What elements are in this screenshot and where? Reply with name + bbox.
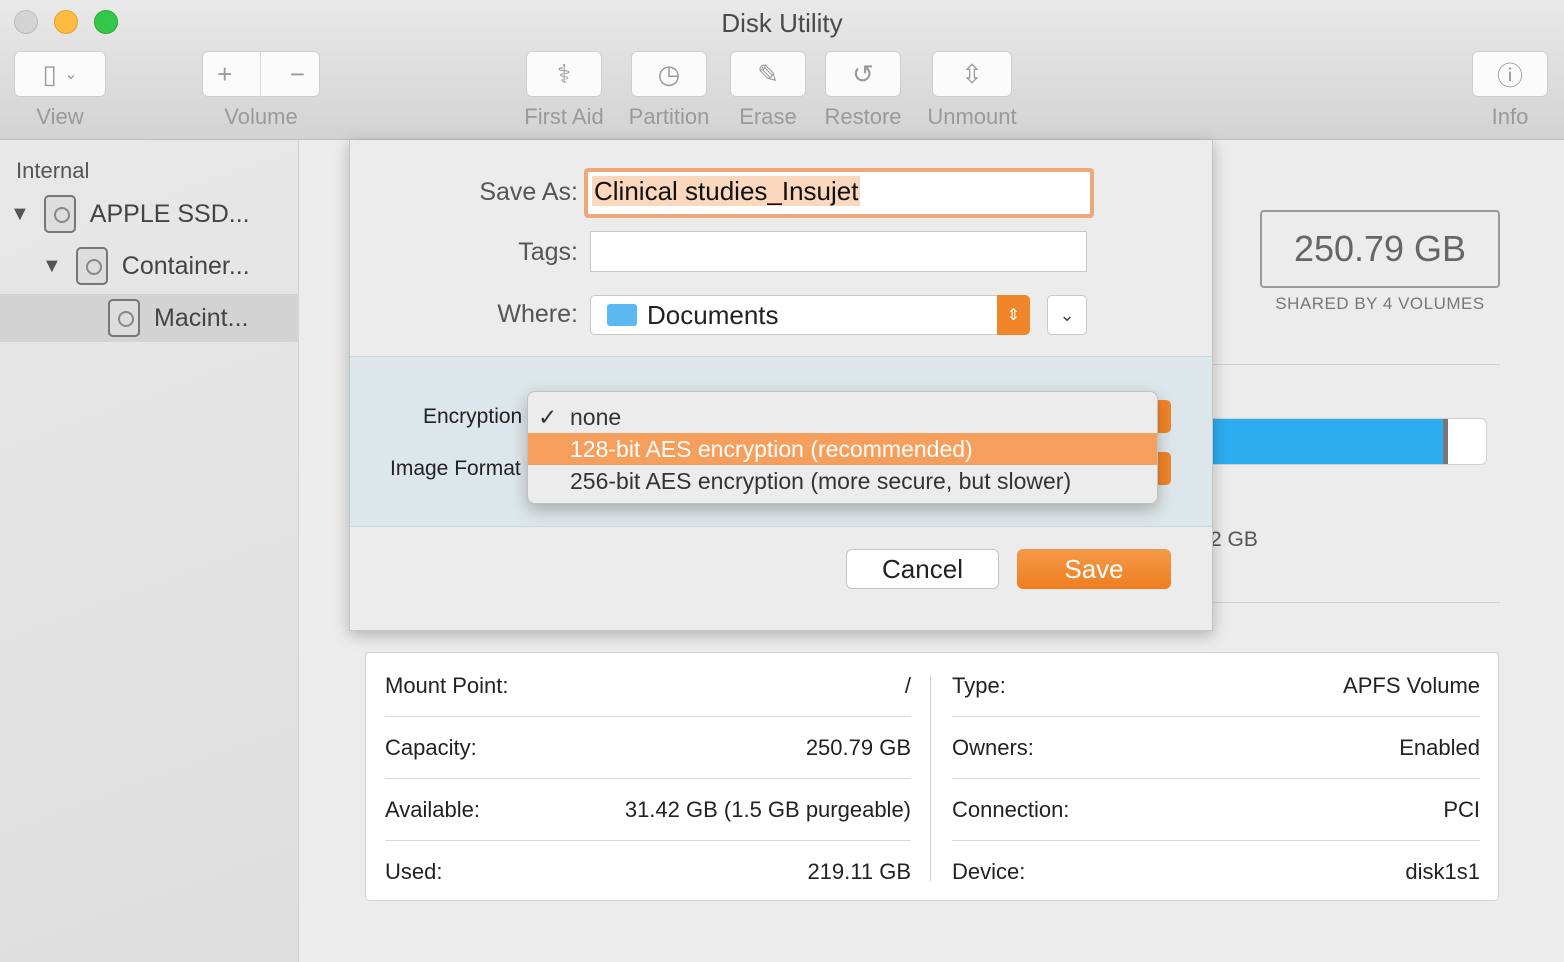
save-sheet: Save As: Clinical studies_Insujet Tags: … bbox=[349, 140, 1213, 631]
view-button[interactable]: ▯ ⌄ bbox=[14, 51, 106, 97]
detail-row: Capacity: 250.79 GB bbox=[385, 717, 911, 779]
usage-bar-fill bbox=[1181, 419, 1448, 464]
sidebar-item-macintosh[interactable]: Macint... bbox=[108, 299, 248, 337]
stepper-arrows-icon: ⇕ bbox=[997, 295, 1030, 335]
cancel-button[interactable]: Cancel bbox=[846, 549, 999, 589]
disclosure-triangle-icon[interactable]: ▼ bbox=[10, 203, 30, 226]
info-icon: ⓘ bbox=[1496, 60, 1523, 91]
titlebar: Disk Utility ▯ ⌄ View + − Volume ⚕ First … bbox=[0, 0, 1564, 140]
expand-button[interactable]: ⌄ bbox=[1047, 295, 1087, 335]
partition-label: Partition bbox=[628, 104, 710, 129]
tags-label: Tags: bbox=[518, 238, 578, 266]
volume-label: Volume bbox=[224, 104, 298, 129]
detail-key: Owners: bbox=[952, 734, 1034, 760]
where-value: Documents bbox=[647, 299, 779, 330]
detail-value: 219.11 GB bbox=[807, 859, 911, 884]
where-popup[interactable]: Documents ⇕ bbox=[590, 295, 1030, 335]
volume-details: Mount Point: / Capacity: 250.79 GB Available… bbox=[365, 652, 1499, 901]
checkmark-icon: ✓ bbox=[538, 403, 558, 430]
sidebar-item-container[interactable]: ▼ Container... bbox=[42, 247, 250, 285]
sidebar-section-internal: Internal bbox=[16, 158, 90, 183]
detail-row: Available: 31.42 GB (1.5 GB purgeable) bbox=[385, 779, 911, 841]
save-as-label: Save As: bbox=[479, 178, 578, 206]
unmount-label: Unmount bbox=[927, 104, 1017, 129]
sidebar-item-label: Container... bbox=[121, 251, 250, 280]
erase-label: Erase bbox=[739, 104, 797, 129]
erase-icon: ✎ bbox=[757, 58, 779, 89]
minus-icon[interactable]: − bbox=[290, 59, 305, 90]
detail-value: disk1s1 bbox=[1405, 859, 1480, 884]
menu-item-label: 128-bit AES encryption (recommended) bbox=[570, 435, 973, 462]
sidebar-item-label: APPLE SSD... bbox=[89, 199, 250, 228]
detail-row: Used: 219.11 GB bbox=[385, 841, 911, 903]
detail-key: Connection: bbox=[952, 796, 1070, 822]
stethoscope-icon: ⚕ bbox=[556, 58, 572, 89]
volume-buttons[interactable]: + − bbox=[202, 51, 320, 97]
detail-value: APFS Volume bbox=[1343, 672, 1480, 698]
unmount-button[interactable]: ⇳ bbox=[932, 51, 1012, 97]
menu-item-label: none bbox=[570, 403, 622, 430]
detail-key: Used: bbox=[385, 859, 443, 884]
detail-key: Available: bbox=[385, 796, 480, 822]
detail-row: Type: APFS Volume bbox=[952, 655, 1480, 717]
menu-item-aes128[interactable]: 128-bit AES encryption (recommended) bbox=[528, 433, 1157, 465]
sidebar-icon: ▯ bbox=[42, 58, 57, 89]
detail-key: Capacity: bbox=[385, 734, 477, 760]
partition-icon: ◷ bbox=[657, 58, 681, 89]
detail-value: / bbox=[904, 672, 911, 698]
tags-input[interactable] bbox=[590, 231, 1087, 272]
detail-key: Mount Point: bbox=[385, 672, 509, 698]
sidebar-item-apple-ssd[interactable]: ▼ APPLE SSD... bbox=[10, 195, 250, 233]
save-button[interactable]: Save bbox=[1017, 549, 1171, 589]
encryption-label: Encryption bbox=[423, 405, 523, 428]
plus-icon[interactable]: + bbox=[217, 59, 232, 90]
folder-icon bbox=[607, 304, 637, 326]
detail-value: 250.79 GB bbox=[805, 734, 911, 760]
encryption-menu: ✓ none 128-bit AES encryption (recommende… bbox=[527, 391, 1158, 504]
capacity-box: 250.79 GB bbox=[1260, 210, 1500, 288]
sidebar-item-label: Macint... bbox=[154, 303, 249, 332]
disk-icon bbox=[108, 299, 140, 337]
menu-item-label: 256-bit AES encryption (more secure, but… bbox=[570, 467, 1072, 494]
restore-button[interactable]: ↺ bbox=[825, 51, 901, 97]
detail-value: Enabled bbox=[1399, 734, 1480, 760]
where-label: Where: bbox=[497, 300, 578, 328]
partition-button[interactable]: ◷ bbox=[631, 51, 707, 97]
detail-key: Type: bbox=[952, 672, 1006, 698]
first-aid-button[interactable]: ⚕ bbox=[526, 51, 602, 97]
detail-row: Owners: Enabled bbox=[952, 717, 1480, 779]
usage-bar bbox=[1180, 418, 1487, 465]
chevron-down-icon: ⌄ bbox=[1059, 304, 1075, 325]
info-label: Info bbox=[1491, 104, 1529, 129]
detail-row: Mount Point: / bbox=[385, 655, 911, 717]
usage-partial-label: 2 GB bbox=[1210, 528, 1258, 551]
disk-icon bbox=[43, 195, 76, 233]
disk-icon bbox=[75, 247, 108, 285]
save-as-input[interactable]: Clinical studies_Insujet bbox=[584, 168, 1094, 218]
restore-icon: ↺ bbox=[852, 58, 874, 89]
info-button[interactable]: ⓘ bbox=[1472, 51, 1548, 97]
chevron-down-icon: ⌄ bbox=[64, 66, 78, 83]
image-format-label: Image Format bbox=[390, 457, 521, 480]
detail-value: PCI bbox=[1443, 796, 1480, 822]
window-title: Disk Utility bbox=[721, 8, 843, 38]
detail-value: 31.42 GB (1.5 GB purgeable) bbox=[624, 796, 911, 822]
detail-row: Device: disk1s1 bbox=[952, 841, 1480, 903]
detail-key: Device: bbox=[952, 859, 1026, 884]
detail-row: Connection: PCI bbox=[952, 779, 1480, 841]
first-aid-label: First Aid bbox=[524, 104, 604, 129]
menu-item-aes256[interactable]: 256-bit AES encryption (more secure, but… bbox=[528, 465, 1157, 497]
disclosure-triangle-icon[interactable]: ▼ bbox=[42, 255, 62, 278]
shared-label: SHARED BY 4 VOLUMES bbox=[1275, 294, 1485, 313]
sidebar: Internal ▼ APPLE SSD... ▼ Container... Mac… bbox=[0, 140, 299, 962]
erase-button[interactable]: ✎ bbox=[730, 51, 806, 97]
unmount-icon: ⇳ bbox=[961, 58, 983, 89]
restore-label: Restore bbox=[824, 104, 902, 129]
menu-item-none[interactable]: ✓ none bbox=[528, 401, 1157, 433]
view-label: View bbox=[36, 104, 84, 129]
save-as-value: Clinical studies_Insujet bbox=[592, 176, 861, 206]
